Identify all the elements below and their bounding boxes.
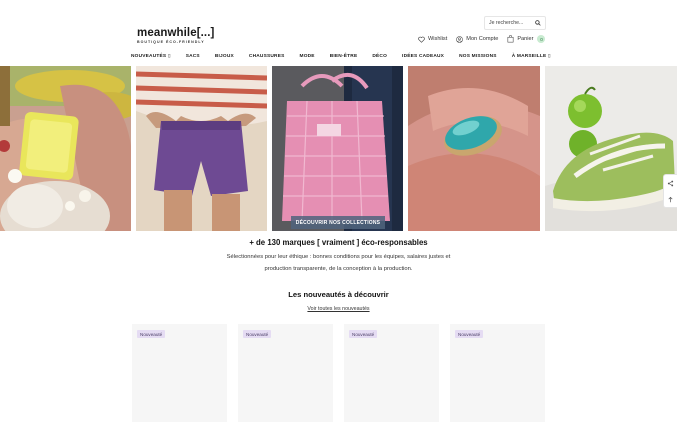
intro-text: Sélectionnées pour leur éthique : bonnes…	[0, 251, 677, 275]
nav-item-sacs[interactable]: SACS	[186, 54, 200, 59]
hero-image-ring[interactable]	[408, 66, 540, 231]
hero-image-bag[interactable]	[272, 66, 403, 231]
hero-image-soap[interactable]	[0, 66, 131, 231]
account-label: Mon Compte	[466, 36, 499, 42]
heart-icon	[418, 36, 425, 43]
intro-line-2: production transparente, de la conceptio…	[264, 266, 413, 272]
nav-item-deco[interactable]: DÉCO	[372, 54, 387, 59]
scroll-top-icon[interactable]	[667, 196, 674, 203]
nav-item-marseille[interactable]: À MARSEILLE ▯	[512, 54, 551, 59]
discover-collections-button[interactable]: DÉCOUVRIR NOS COLLECTIONS	[291, 216, 385, 229]
cart-count-badge: 0	[537, 35, 546, 43]
new-badge: Nouveauté	[243, 330, 272, 338]
nav-item-bien-etre[interactable]: BIEN-ÊTRE	[330, 54, 358, 59]
share-icon[interactable]	[667, 180, 674, 187]
nav-item-idees-cadeaux[interactable]: IDÉES CADEAUX	[402, 54, 444, 59]
product-card[interactable]: Nouveauté	[132, 324, 227, 422]
nav-item-nos-missions[interactable]: NOS MISSIONS	[459, 54, 497, 59]
hero-image-sneaker[interactable]	[545, 66, 677, 231]
see-all-new-link[interactable]: Voir toutes les nouveautés	[307, 306, 369, 312]
new-arrivals-title: Les nouveautés à découvrir	[288, 290, 389, 299]
user-icon	[456, 35, 464, 43]
wishlist-link[interactable]: Wishlist	[418, 36, 447, 43]
new-badge: Nouveauté	[137, 330, 166, 338]
side-tools	[663, 174, 677, 208]
nav-item-bijoux[interactable]: BIJOUX	[215, 54, 234, 59]
product-card[interactable]: Nouveauté	[450, 324, 545, 422]
product-grid: Nouveauté Nouveauté Nouveauté Nouveauté	[132, 324, 556, 422]
product-card[interactable]: Nouveauté	[344, 324, 439, 422]
user-links: Wishlist Mon Compte Panier 0	[418, 35, 554, 43]
cart-label: Panier	[517, 36, 534, 42]
nav-item-chaussures[interactable]: CHAUSSURES	[249, 54, 285, 59]
new-arrivals-link-wrap: Voir toutes les nouveautés	[0, 306, 677, 312]
hero-image-shorts[interactable]	[136, 66, 267, 231]
logo[interactable]: meanwhile[...] BOUTIQUE ÉCO-FRIENDLY	[137, 27, 214, 44]
cart-link[interactable]: Panier 0	[507, 35, 546, 43]
intro-title: + de 130 marques [ vraiment ] éco-respon…	[249, 238, 428, 247]
search-icon[interactable]	[535, 20, 541, 26]
intro-line-1: Sélectionnées pour leur éthique : bonnes…	[226, 254, 451, 260]
nav-item-mode[interactable]: MODE	[300, 54, 315, 59]
logo-name: meanwhile[...]	[137, 27, 215, 39]
account-link[interactable]: Mon Compte	[456, 35, 499, 43]
new-badge: Nouveauté	[349, 330, 378, 338]
nav-item-nouveautes[interactable]: NOUVEAUTÉS ▯	[131, 54, 171, 59]
wishlist-label: Wishlist	[428, 36, 448, 42]
search-box[interactable]	[484, 16, 546, 30]
logo-tagline: BOUTIQUE ÉCO-FRIENDLY	[137, 40, 205, 44]
product-card[interactable]: Nouveauté	[238, 324, 333, 422]
search-input[interactable]	[489, 20, 533, 26]
bag-icon	[507, 35, 514, 43]
new-badge: Nouveauté	[455, 330, 484, 338]
main-nav: NOUVEAUTÉS ▯ SACS BIJOUX CHAUSSURES MODE…	[131, 54, 566, 59]
hero-banner: DÉCOUVRIR NOS COLLECTIONS	[0, 66, 677, 231]
